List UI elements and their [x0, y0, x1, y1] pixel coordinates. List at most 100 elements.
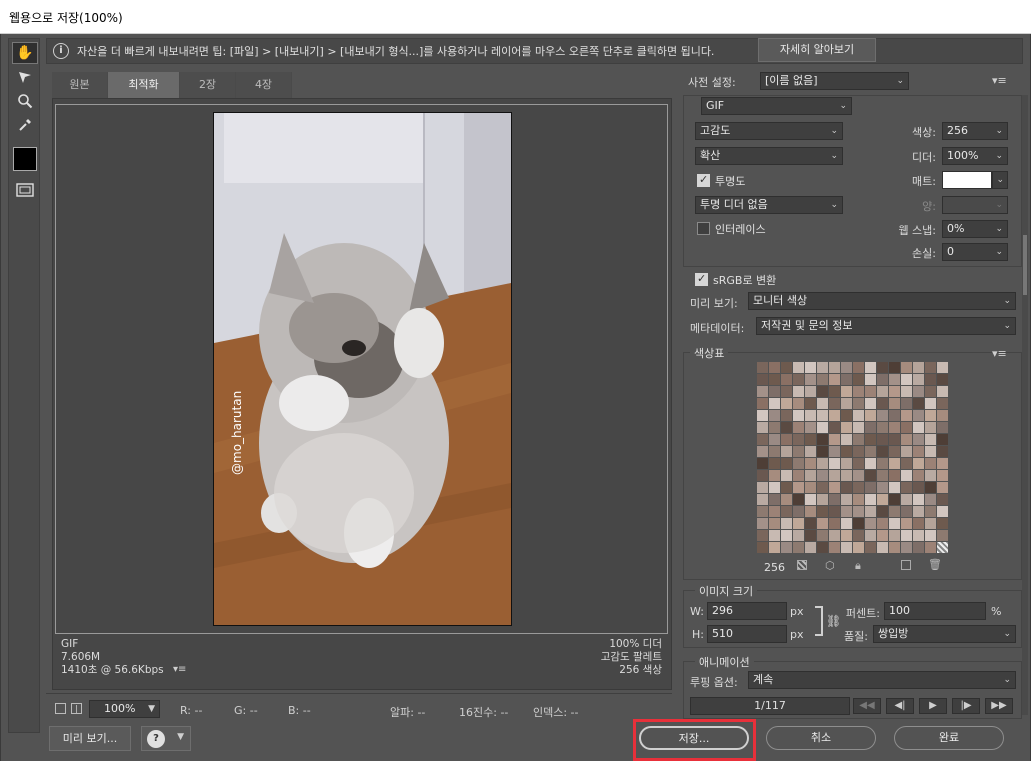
- color-swatch[interactable]: [937, 482, 948, 493]
- color-swatch[interactable]: [901, 530, 912, 541]
- color-swatch[interactable]: [877, 458, 888, 469]
- dither-algorithm-select[interactable]: 확산 ⌄: [695, 147, 843, 165]
- color-swatch[interactable]: [925, 422, 936, 433]
- color-swatch[interactable]: [913, 398, 924, 409]
- download-rate-menu-icon[interactable]: ▾≡: [173, 664, 186, 675]
- color-swatch[interactable]: [769, 494, 780, 505]
- color-swatch[interactable]: [841, 374, 852, 385]
- color-swatch[interactable]: [865, 494, 876, 505]
- color-swatch[interactable]: [913, 410, 924, 421]
- toggle-slices-icon[interactable]: [12, 179, 38, 201]
- height-input[interactable]: 510: [707, 625, 787, 643]
- color-swatch[interactable]: [889, 518, 900, 529]
- color-swatch[interactable]: [865, 530, 876, 541]
- color-swatch[interactable]: [769, 434, 780, 445]
- color-swatch[interactable]: [841, 410, 852, 421]
- color-swatch[interactable]: [853, 518, 864, 529]
- color-swatch[interactable]: [889, 494, 900, 505]
- color-swatch[interactable]: [877, 482, 888, 493]
- color-swatch[interactable]: [817, 434, 828, 445]
- color-swatch[interactable]: [913, 386, 924, 397]
- color-swatch[interactable]: [817, 362, 828, 373]
- color-swatch[interactable]: [805, 494, 816, 505]
- first-frame-icon[interactable]: ◀◀: [853, 698, 881, 714]
- color-swatch[interactable]: [829, 482, 840, 493]
- color-swatch[interactable]: [805, 434, 816, 445]
- color-swatch[interactable]: [865, 422, 876, 433]
- color-swatch[interactable]: [793, 482, 804, 493]
- color-swatch[interactable]: [937, 446, 948, 457]
- color-swatch[interactable]: [829, 494, 840, 505]
- color-swatch[interactable]: [925, 434, 936, 445]
- color-swatch[interactable]: [925, 374, 936, 385]
- color-swatch[interactable]: [805, 542, 816, 553]
- color-swatch[interactable]: [937, 398, 948, 409]
- color-swatch[interactable]: [757, 482, 768, 493]
- save-button[interactable]: 저장...: [639, 726, 749, 750]
- color-swatch[interactable]: [829, 470, 840, 481]
- tab-optimized[interactable]: 최적화: [108, 72, 180, 98]
- color-swatch[interactable]: [853, 506, 864, 517]
- color-swatch[interactable]: [877, 362, 888, 373]
- color-swatch[interactable]: [865, 446, 876, 457]
- preview-button[interactable]: 미리 보기...: [49, 726, 131, 751]
- color-swatch[interactable]: [853, 494, 864, 505]
- color-swatch[interactable]: [889, 482, 900, 493]
- color-swatch[interactable]: [937, 422, 948, 433]
- color-swatch[interactable]: [841, 470, 852, 481]
- color-swatch[interactable]: [769, 446, 780, 457]
- color-swatch[interactable]: [877, 398, 888, 409]
- web-shift-cube-icon[interactable]: ⬡: [825, 559, 835, 572]
- color-swatch[interactable]: [841, 542, 852, 553]
- color-table-grid[interactable]: [757, 362, 949, 554]
- color-swatch[interactable]: [817, 482, 828, 493]
- color-swatch[interactable]: [841, 422, 852, 433]
- lock-icon[interactable]: 🔒︎: [855, 559, 861, 573]
- color-swatch[interactable]: [829, 434, 840, 445]
- color-swatch[interactable]: [937, 494, 948, 505]
- slice-select-tool-icon[interactable]: [12, 66, 38, 88]
- percent-input[interactable]: 100: [884, 602, 986, 620]
- color-swatch[interactable]: [769, 374, 780, 385]
- color-swatch[interactable]: [865, 398, 876, 409]
- color-swatch[interactable]: [781, 542, 792, 553]
- color-swatch[interactable]: [817, 386, 828, 397]
- color-swatch[interactable]: [805, 362, 816, 373]
- color-swatch[interactable]: [781, 470, 792, 481]
- color-swatch[interactable]: [757, 542, 768, 553]
- color-swatch[interactable]: [817, 530, 828, 541]
- transparency-dither-select[interactable]: 투명 디더 없음 ⌄: [695, 196, 843, 214]
- color-swatch[interactable]: [793, 362, 804, 373]
- color-swatch[interactable]: [841, 386, 852, 397]
- color-swatch[interactable]: [877, 422, 888, 433]
- color-swatch[interactable]: [901, 458, 912, 469]
- color-swatch[interactable]: [913, 458, 924, 469]
- preset-menu-icon[interactable]: ▾≡: [992, 74, 1007, 87]
- color-swatch[interactable]: [937, 458, 948, 469]
- color-swatch[interactable]: [757, 410, 768, 421]
- color-swatch[interactable]: [793, 458, 804, 469]
- color-swatch[interactable]: [841, 362, 852, 373]
- color-swatch[interactable]: [817, 374, 828, 385]
- color-swatch[interactable]: [925, 518, 936, 529]
- color-swatch[interactable]: [829, 518, 840, 529]
- color-swatch[interactable]: [757, 494, 768, 505]
- color-swatch[interactable]: [769, 482, 780, 493]
- color-swatch[interactable]: [829, 362, 840, 373]
- color-swatch[interactable]: [853, 458, 864, 469]
- color-swatch[interactable]: [769, 518, 780, 529]
- color-swatch[interactable]: [937, 518, 948, 529]
- color-swatch[interactable]: [889, 506, 900, 517]
- color-swatch[interactable]: [757, 434, 768, 445]
- color-swatch[interactable]: [781, 422, 792, 433]
- tab-2-up[interactable]: 2장: [180, 72, 236, 98]
- zoom-tool-icon[interactable]: [12, 90, 38, 112]
- color-swatch[interactable]: [889, 374, 900, 385]
- color-swatch[interactable]: [937, 386, 948, 397]
- transparency-checkbox[interactable]: [697, 173, 710, 187]
- color-swatch[interactable]: [937, 374, 948, 385]
- color-swatch[interactable]: [817, 446, 828, 457]
- color-swatch[interactable]: [853, 482, 864, 493]
- color-swatch[interactable]: [841, 458, 852, 469]
- color-swatch[interactable]: [889, 458, 900, 469]
